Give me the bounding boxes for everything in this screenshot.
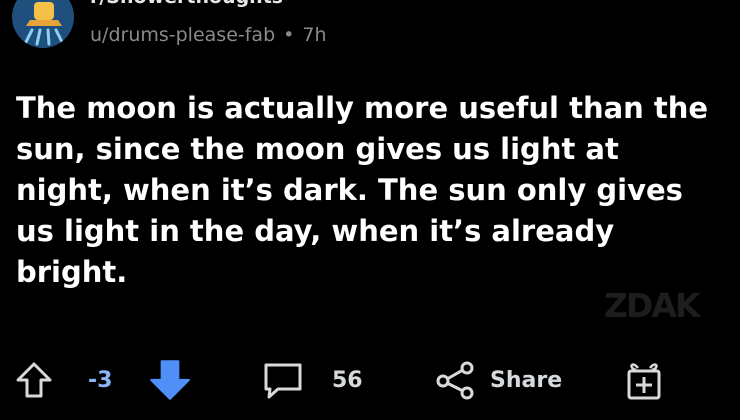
watermark: ZDAK	[604, 286, 700, 325]
post-header: r/Showerthoughts u/drums-please-fab • 7h	[0, 0, 740, 60]
vote-count-label: -3	[88, 367, 113, 393]
comments-button[interactable]: 56	[262, 352, 363, 408]
action-bar: -3 56 Share	[0, 352, 740, 408]
author-link[interactable]: u/drums-please-fab	[90, 24, 275, 46]
shower-head-icon	[12, 0, 74, 48]
comment-count: 56	[332, 367, 363, 393]
award-button[interactable]	[624, 352, 664, 408]
arrow-down-filled-icon	[148, 358, 192, 402]
comment-bubble-icon	[262, 360, 304, 400]
post-body: The moon is actually more useful than th…	[16, 91, 709, 289]
post-age: 7h	[302, 24, 327, 46]
share-button[interactable]: Share	[434, 352, 562, 408]
meta-separator: •	[283, 24, 295, 46]
share-label: Share	[490, 367, 563, 393]
share-nodes-icon	[434, 360, 476, 400]
gift-icon	[624, 358, 664, 402]
subreddit-avatar[interactable]	[12, 0, 74, 48]
upvote-button[interactable]	[14, 352, 54, 408]
arrow-up-outline-icon	[14, 360, 54, 400]
post-meta: u/drums-please-fab • 7h	[90, 24, 327, 46]
subreddit-name[interactable]: r/Showerthoughts	[90, 0, 283, 8]
vote-count: -3	[88, 352, 112, 408]
downvote-button[interactable]	[148, 352, 192, 408]
